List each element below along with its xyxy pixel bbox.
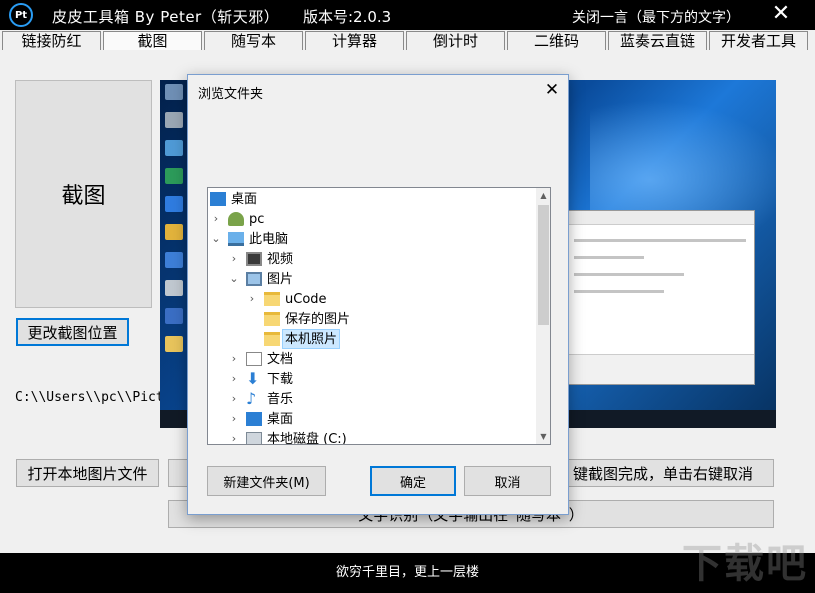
close-quote-link[interactable]: 关闭一言（最下方的文字）	[572, 7, 740, 27]
pictures-icon	[246, 272, 262, 286]
disk-icon	[246, 432, 262, 444]
new-folder-button[interactable]: 新建文件夹(M)	[207, 466, 326, 496]
chevron-right-icon[interactable]: ›	[228, 389, 240, 409]
chevron-down-icon[interactable]: ⌄	[228, 269, 240, 289]
desktop-shortcut-icon	[165, 84, 183, 100]
tree-item-downloads[interactable]: › ⬇ 下载	[208, 369, 536, 389]
music-icon: ♪	[246, 389, 257, 408]
folder-icon	[264, 292, 280, 306]
video-icon	[246, 252, 262, 266]
screenshot-button[interactable]: 截图	[15, 80, 152, 308]
tree-item-desktop[interactable]: 桌面	[208, 189, 536, 209]
preview-toolbar	[566, 211, 754, 225]
app-title: 皮皮工具箱 By Peter（斩天邪）	[52, 8, 280, 26]
tree-item-music[interactable]: › ♪ 音乐	[208, 389, 536, 409]
tree-item-desktop-pc[interactable]: › 桌面	[208, 409, 536, 429]
tree-item-camera-roll[interactable]: 本机照片	[208, 329, 536, 349]
documents-icon	[246, 352, 262, 366]
dialog-close-icon[interactable]: ✕	[540, 79, 564, 101]
tree-item-local-disk-c[interactable]: › 本地磁盘 (C:)	[208, 429, 536, 444]
user-icon	[228, 212, 244, 226]
desktop-shortcut-icon	[165, 280, 183, 296]
scroll-up-icon[interactable]: ▲	[536, 188, 550, 203]
open-local-image-button[interactable]: 打开本地图片文件	[16, 459, 159, 487]
tab-qrcode[interactable]: 二维码	[507, 31, 606, 50]
recycle-bin-icon	[165, 112, 183, 128]
desktop-icon	[246, 412, 262, 426]
close-icon[interactable]: ✕	[768, 1, 794, 27]
chevron-right-icon[interactable]: ›	[210, 209, 222, 229]
tree-item-documents[interactable]: › 文档	[208, 349, 536, 369]
desktop-shortcut-icon	[165, 196, 183, 212]
tab-notepad[interactable]: 随写本	[204, 31, 303, 50]
tab-countdown[interactable]: 倒计时	[406, 31, 505, 50]
cancel-button[interactable]: 取消	[464, 466, 551, 496]
tab-developer-tools[interactable]: 开发者工具	[709, 31, 808, 50]
chevron-right-icon[interactable]: ›	[228, 409, 240, 429]
folder-tree[interactable]: 桌面 › pc ⌄ 此电脑 › 视频 ⌄ 图片 › uCode 保存的图片 本机…	[207, 187, 551, 445]
tree-item-saved-pictures[interactable]: 保存的图片	[208, 309, 536, 329]
desktop-shortcut-icon	[165, 336, 183, 352]
tab-screenshot[interactable]: 截图	[103, 31, 202, 50]
desktop-shortcut-icon	[165, 252, 183, 268]
tree-item-this-pc[interactable]: ⌄ 此电脑	[208, 229, 536, 249]
desktop-shortcut-icon	[165, 140, 183, 156]
version-label: 版本号:2.0.3	[303, 8, 392, 26]
desktop-shortcut-icon	[165, 224, 183, 240]
desktop-icon	[210, 192, 226, 206]
preview-button-row	[566, 354, 754, 384]
desktop-shortcut-icon	[165, 308, 183, 324]
title-bar: Pt 皮皮工具箱 By Peter（斩天邪） 版本号:2.0.3 关闭一言（最下…	[0, 0, 815, 30]
chevron-down-icon[interactable]: ⌄	[210, 229, 222, 249]
app-logo-icon: Pt	[9, 3, 33, 27]
download-icon: ⬇	[246, 369, 260, 388]
chevron-right-icon[interactable]: ›	[228, 429, 240, 444]
desktop-icons	[162, 84, 186, 364]
scroll-down-icon[interactable]: ▼	[536, 429, 550, 444]
tab-lanzou-link[interactable]: 蓝奏云直链	[608, 31, 707, 50]
ok-button[interactable]: 确定	[370, 466, 456, 496]
desktop-shortcut-icon	[165, 168, 183, 184]
chevron-right-icon[interactable]: ›	[228, 249, 240, 269]
tab-link-antiblock[interactable]: 链接防红	[2, 31, 101, 50]
tree-item-ucode[interactable]: › uCode	[208, 289, 536, 309]
browse-folder-dialog: 浏览文件夹 ✕ 桌面 › pc ⌄ 此电脑 › 视频 ⌄ 图片 › uCode …	[187, 74, 569, 515]
save-path-text: C:\\Users\\pc\\Pictures	[15, 390, 160, 405]
folder-icon	[264, 332, 280, 346]
tree-scrollbar[interactable]: ▲ ▼	[536, 188, 550, 444]
chevron-right-icon[interactable]: ›	[228, 349, 240, 369]
tree-item-pc-user[interactable]: › pc	[208, 209, 536, 229]
tree-item-pictures[interactable]: ⌄ 图片	[208, 269, 536, 289]
chevron-right-icon[interactable]: ›	[246, 289, 258, 309]
preview-app-window	[565, 210, 755, 385]
computer-icon	[228, 232, 244, 246]
chevron-right-icon[interactable]: ›	[228, 369, 240, 389]
watermark-text: 下载吧	[682, 541, 808, 587]
folder-icon	[264, 312, 280, 326]
tree-item-videos[interactable]: › 视频	[208, 249, 536, 269]
dialog-title: 浏览文件夹	[198, 87, 264, 102]
tab-bar: 链接防红 截图 随写本 计算器 倒计时 二维码 蓝奏云直链 开发者工具	[0, 30, 815, 50]
scrollbar-thumb[interactable]	[538, 205, 549, 325]
tab-calculator[interactable]: 计算器	[305, 31, 404, 50]
change-screenshot-location-button[interactable]: 更改截图位置	[16, 318, 129, 346]
